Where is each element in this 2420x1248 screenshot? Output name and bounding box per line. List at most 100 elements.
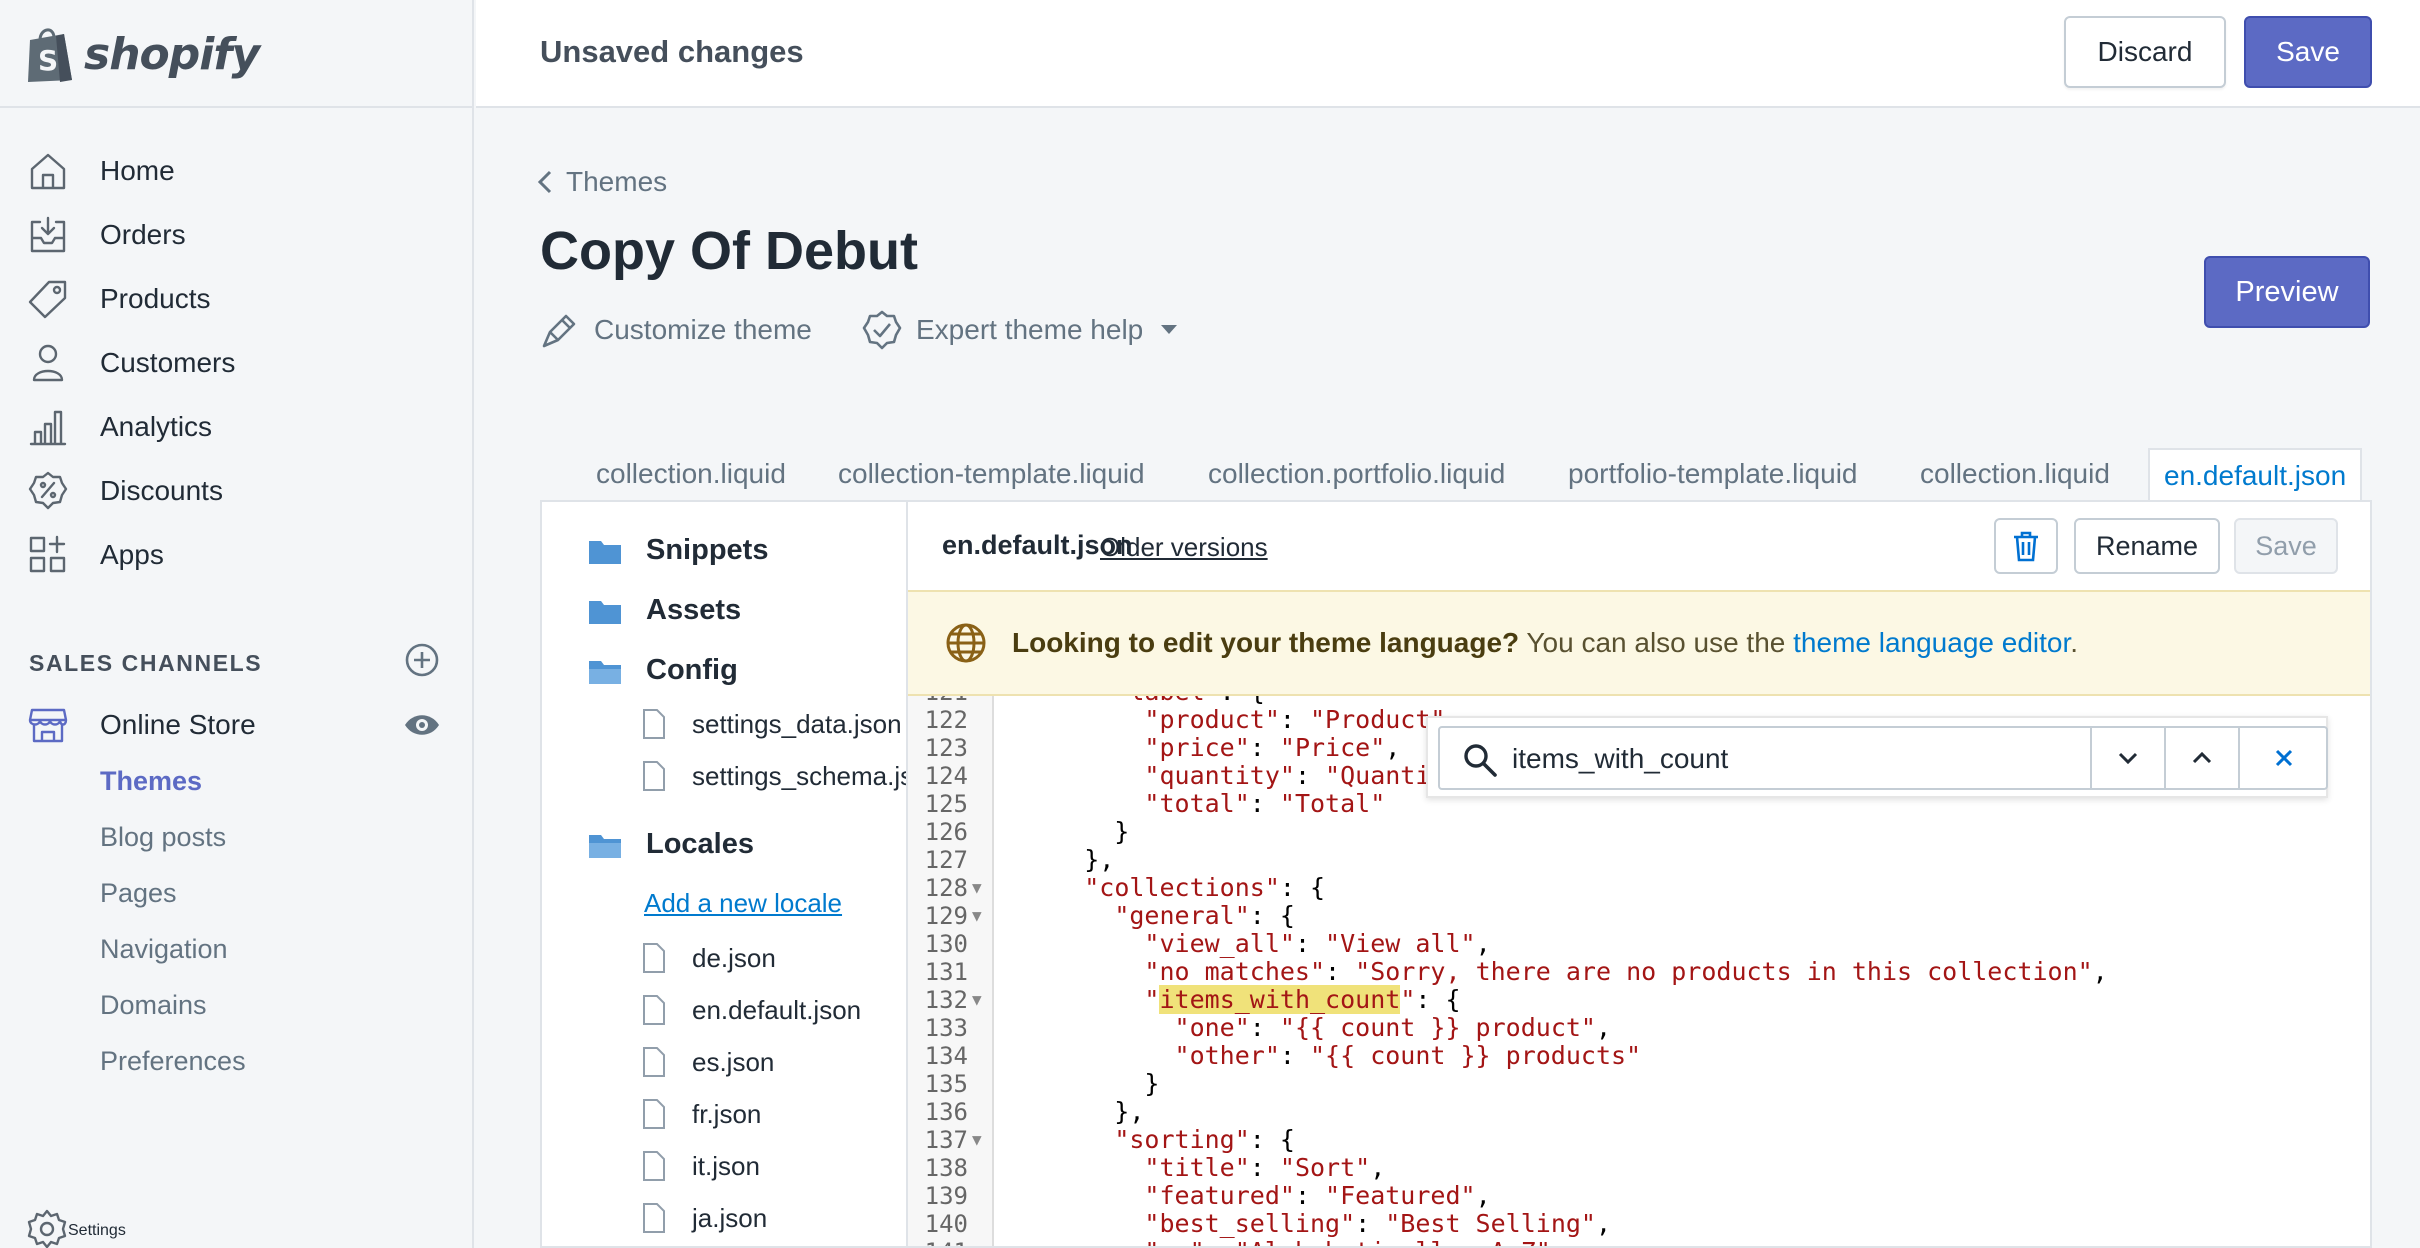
sidebar-item-customers[interactable]: Customers [26, 336, 235, 390]
sidebar-item-products[interactable]: Products [26, 272, 211, 326]
code-text: "title": "Sort", [1144, 1153, 1386, 1182]
code-line: 134 "other": "{{ count }} products" [908, 1041, 2370, 1071]
folder-open-icon [589, 834, 621, 858]
file-de-json[interactable]: de.json [642, 942, 776, 974]
sidebar-item-orders[interactable]: Orders [26, 208, 186, 262]
save-file-button[interactable]: Save [2234, 518, 2338, 574]
customize-theme-link[interactable]: Customize theme [540, 310, 812, 350]
fold-arrow-icon[interactable]: ▼ [972, 986, 982, 1014]
discard-button[interactable]: Discard [2064, 16, 2226, 88]
tab-portfolio-template-liquid[interactable]: portfolio-template.liquid [1568, 448, 1858, 502]
shopify-bag-icon: S [28, 28, 72, 82]
file-es-json[interactable]: es.json [642, 1046, 774, 1078]
code-text: "one": "{{ count }} product", [1174, 1013, 1612, 1042]
sidebar-item-apps[interactable]: Apps [26, 528, 164, 582]
line-number: 138 [924, 1154, 968, 1182]
folder-snippets[interactable]: Snippets [588, 534, 768, 567]
tab-collection-portfolio-liquid[interactable]: collection.portfolio.liquid [1208, 448, 1505, 502]
folder-icon [589, 540, 621, 564]
sidebar-subitem-blog-posts[interactable]: Blog posts [100, 822, 226, 853]
tab-collection-template-liquid[interactable]: collection-template.liquid [838, 448, 1145, 502]
search-input[interactable] [1512, 738, 2072, 780]
rename-button[interactable]: Rename [2074, 518, 2220, 574]
folder-open-icon [589, 660, 621, 684]
file-icon [643, 943, 665, 973]
banner-body: You can also use the [1519, 627, 1794, 658]
sidebar-item-discounts[interactable]: Discounts [26, 464, 223, 518]
sidebar-item-label: Apps [100, 539, 164, 570]
older-versions-link[interactable]: Older versions [1100, 532, 1268, 563]
bar-chart-icon [26, 405, 70, 449]
add-sales-channel-icon[interactable] [404, 642, 440, 678]
fold-arrow-icon[interactable]: ▼ [972, 902, 982, 930]
store-icon [26, 703, 70, 747]
file-en-default-json[interactable]: en.default.json [642, 994, 861, 1026]
file-ja-json[interactable]: ja.json [642, 1202, 767, 1234]
line-number: 130 [924, 930, 968, 958]
sidebar-item-label: Discounts [100, 475, 223, 506]
sidebar-item-label: Customers [100, 347, 236, 378]
sidebar-subitem-pages[interactable]: Pages [100, 878, 177, 909]
fold-arrow-icon[interactable]: ▼ [972, 874, 982, 902]
code-line: 139 "featured": "Featured", [908, 1182, 2370, 1211]
file-it-json[interactable]: it.json [642, 1150, 760, 1182]
banner-title: Looking to edit your theme language? [1012, 627, 1520, 658]
line-number: 122 [924, 706, 968, 734]
expert-theme-help-dropdown[interactable]: Expert theme help [862, 310, 1181, 350]
code-text: "other": "{{ count }} products" [1174, 1041, 1642, 1070]
theme-language-editor-link[interactable]: theme language editor [1793, 627, 2070, 658]
file-settings-schema-json[interactable]: settings_schema.json [642, 760, 906, 792]
file-label: de.json [692, 942, 776, 973]
sidebar-item-label: Online Store [100, 709, 256, 740]
eye-icon[interactable] [403, 710, 441, 740]
brush-icon [542, 314, 576, 348]
file-label: it.json [692, 1150, 760, 1181]
sidebar-item-settings[interactable]: Settings [26, 1204, 126, 1248]
sidebar-item-analytics[interactable]: Analytics [26, 400, 212, 454]
sidebar-item-online-store[interactable]: Online Store [26, 698, 256, 752]
line-number: 137 [924, 1126, 968, 1154]
close-find-button[interactable] [2238, 728, 2328, 788]
chevron-down-icon [2118, 752, 2138, 765]
fold-arrow-icon[interactable]: ▼ [972, 1126, 982, 1154]
sidebar-subitem-navigation[interactable]: Navigation [100, 934, 228, 965]
line-number: 135 [924, 1070, 968, 1098]
folder-config[interactable]: Config [588, 654, 738, 687]
file-settings-data-json[interactable]: settings_data.json [642, 708, 902, 740]
sidebar-subitem-preferences[interactable]: Preferences [100, 1046, 246, 1077]
shopify-logo[interactable]: S shopify [24, 16, 260, 92]
file-label: fr.json [692, 1098, 762, 1129]
file-tabs: collection.liquid collection-template.li… [540, 448, 2372, 502]
folder-locales[interactable]: Locales [588, 828, 754, 861]
breadcrumb-back-themes[interactable]: Themes [536, 166, 667, 198]
find-previous-button[interactable] [2164, 728, 2238, 788]
folder-assets[interactable]: Assets [588, 594, 741, 627]
delete-file-button[interactable] [1994, 518, 2058, 574]
svg-text:S: S [38, 44, 58, 77]
sidebar-item-home[interactable]: Home [26, 144, 175, 198]
banner-end: . [2070, 627, 2079, 658]
add-new-locale-link[interactable]: Add a new locale [644, 888, 842, 919]
code-text: }, [1024, 845, 1115, 874]
save-button[interactable]: Save [2244, 16, 2372, 88]
file-fr-json[interactable]: fr.json [642, 1098, 761, 1130]
shopify-wordmark: shopify [84, 28, 260, 80]
customize-theme-label: Customize theme [594, 314, 812, 345]
code-text: "total": "Total" [1144, 789, 1386, 818]
sidebar-subitem-domains[interactable]: Domains [100, 990, 207, 1021]
sidebar-subitem-themes[interactable]: Themes [100, 766, 202, 797]
code-line: 141 "az": "Alphabetically, A-Z", [908, 1238, 2370, 1247]
preview-button[interactable]: Preview [2204, 256, 2370, 328]
chevron-left-icon [537, 170, 552, 194]
line-number: 128 [924, 874, 968, 902]
folder-label: Assets [646, 594, 742, 626]
file-icon [643, 1151, 665, 1181]
code-line: 132 ▼ "items_with_count": { [908, 985, 2370, 1014]
find-next-button[interactable] [2090, 728, 2164, 788]
banner-message: Looking to edit your theme language? You… [1012, 627, 2078, 659]
tab-collection-liquid-2[interactable]: collection.liquid [1920, 448, 2110, 502]
line-number: 136 [924, 1098, 968, 1126]
file-icon [643, 995, 665, 1025]
tab-en-default-json[interactable]: en.default.json [2148, 448, 2363, 502]
tab-collection-liquid[interactable]: collection.liquid [596, 448, 786, 502]
